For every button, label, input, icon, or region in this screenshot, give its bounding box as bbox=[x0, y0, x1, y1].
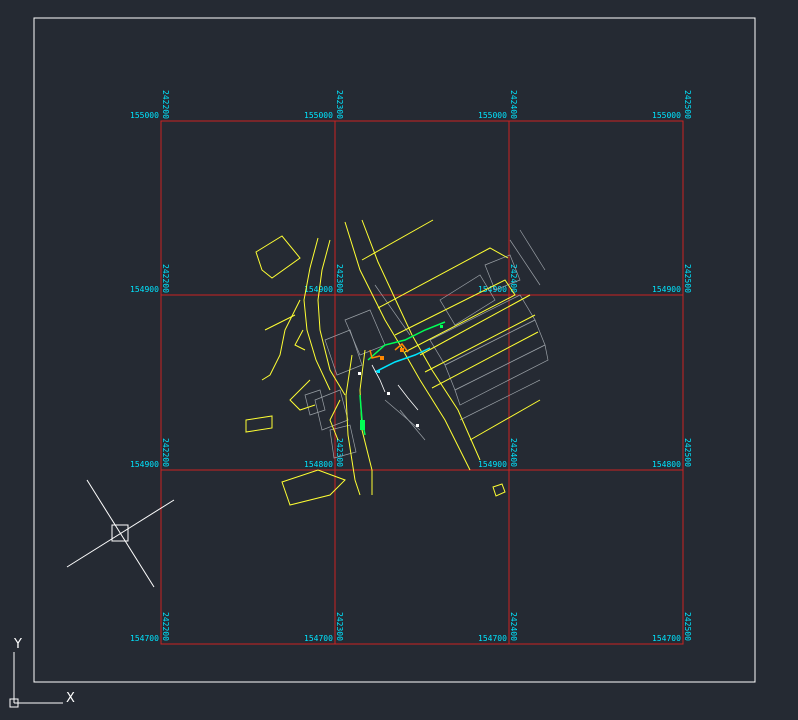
grid-col-label-r1-c4: 242500 bbox=[683, 264, 692, 293]
grid-col-label-r3-c3: 242400 bbox=[509, 612, 518, 641]
grid-label-row2-left: 154900 bbox=[130, 460, 159, 469]
crosshair-cursor-icon bbox=[66, 479, 175, 588]
grid-col-label-r0-c3: 242400 bbox=[509, 90, 518, 119]
grid-col-label-r1-c2: 242300 bbox=[335, 264, 344, 293]
grid-label-row1-left: 154900 bbox=[130, 285, 159, 294]
grid-label-row3-left: 154700 bbox=[130, 634, 159, 643]
grid-label-top-3: 155000 bbox=[478, 111, 507, 120]
ucs-y-label: Y bbox=[13, 637, 22, 652]
grid-label-row1-c4: 154900 bbox=[652, 285, 681, 294]
grid-col-label-r3-c1: 242200 bbox=[161, 612, 170, 641]
grid-label-row3-c4: 154700 bbox=[652, 634, 681, 643]
grid-col-label-r3-c4: 242500 bbox=[683, 612, 692, 641]
grid-col-label-r2-c4: 242500 bbox=[683, 438, 692, 467]
grid-col-label-r0-c2: 242300 bbox=[335, 90, 344, 119]
grid-label-row3-c3: 154700 bbox=[478, 634, 507, 643]
grid-label-top-1: 155000 bbox=[130, 111, 159, 120]
ucs-x-label: X bbox=[66, 691, 75, 706]
grid-col-label-r3-c2: 242300 bbox=[335, 612, 344, 641]
model-space-canvas[interactable]: 155000 155000 155000 155000 154900 15490… bbox=[0, 0, 798, 720]
grid-label-row2-c3: 154900 bbox=[478, 460, 507, 469]
grid-col-label-r0-c1: 242200 bbox=[161, 90, 170, 119]
grid-label-row2-c2: 154800 bbox=[304, 460, 333, 469]
grid-col-label-r2-c2: 242300 bbox=[335, 438, 344, 467]
grid-col-label-r1-c1: 242200 bbox=[161, 264, 170, 293]
grid-label-top-4: 155000 bbox=[652, 111, 681, 120]
grid-label-row3-c2: 154700 bbox=[304, 634, 333, 643]
grid-col-label-r2-c3: 242400 bbox=[509, 438, 518, 467]
grid-label-row2-c4: 154800 bbox=[652, 460, 681, 469]
grid-col-label-r2-c1: 242200 bbox=[161, 438, 170, 467]
ucs-axis-icon bbox=[9, 652, 63, 708]
grid-column-labels: 242200 242300 242400 242500 242200 24230… bbox=[161, 90, 692, 641]
grid-label-top-2: 155000 bbox=[304, 111, 333, 120]
grid-col-label-r0-c4: 242500 bbox=[683, 90, 692, 119]
